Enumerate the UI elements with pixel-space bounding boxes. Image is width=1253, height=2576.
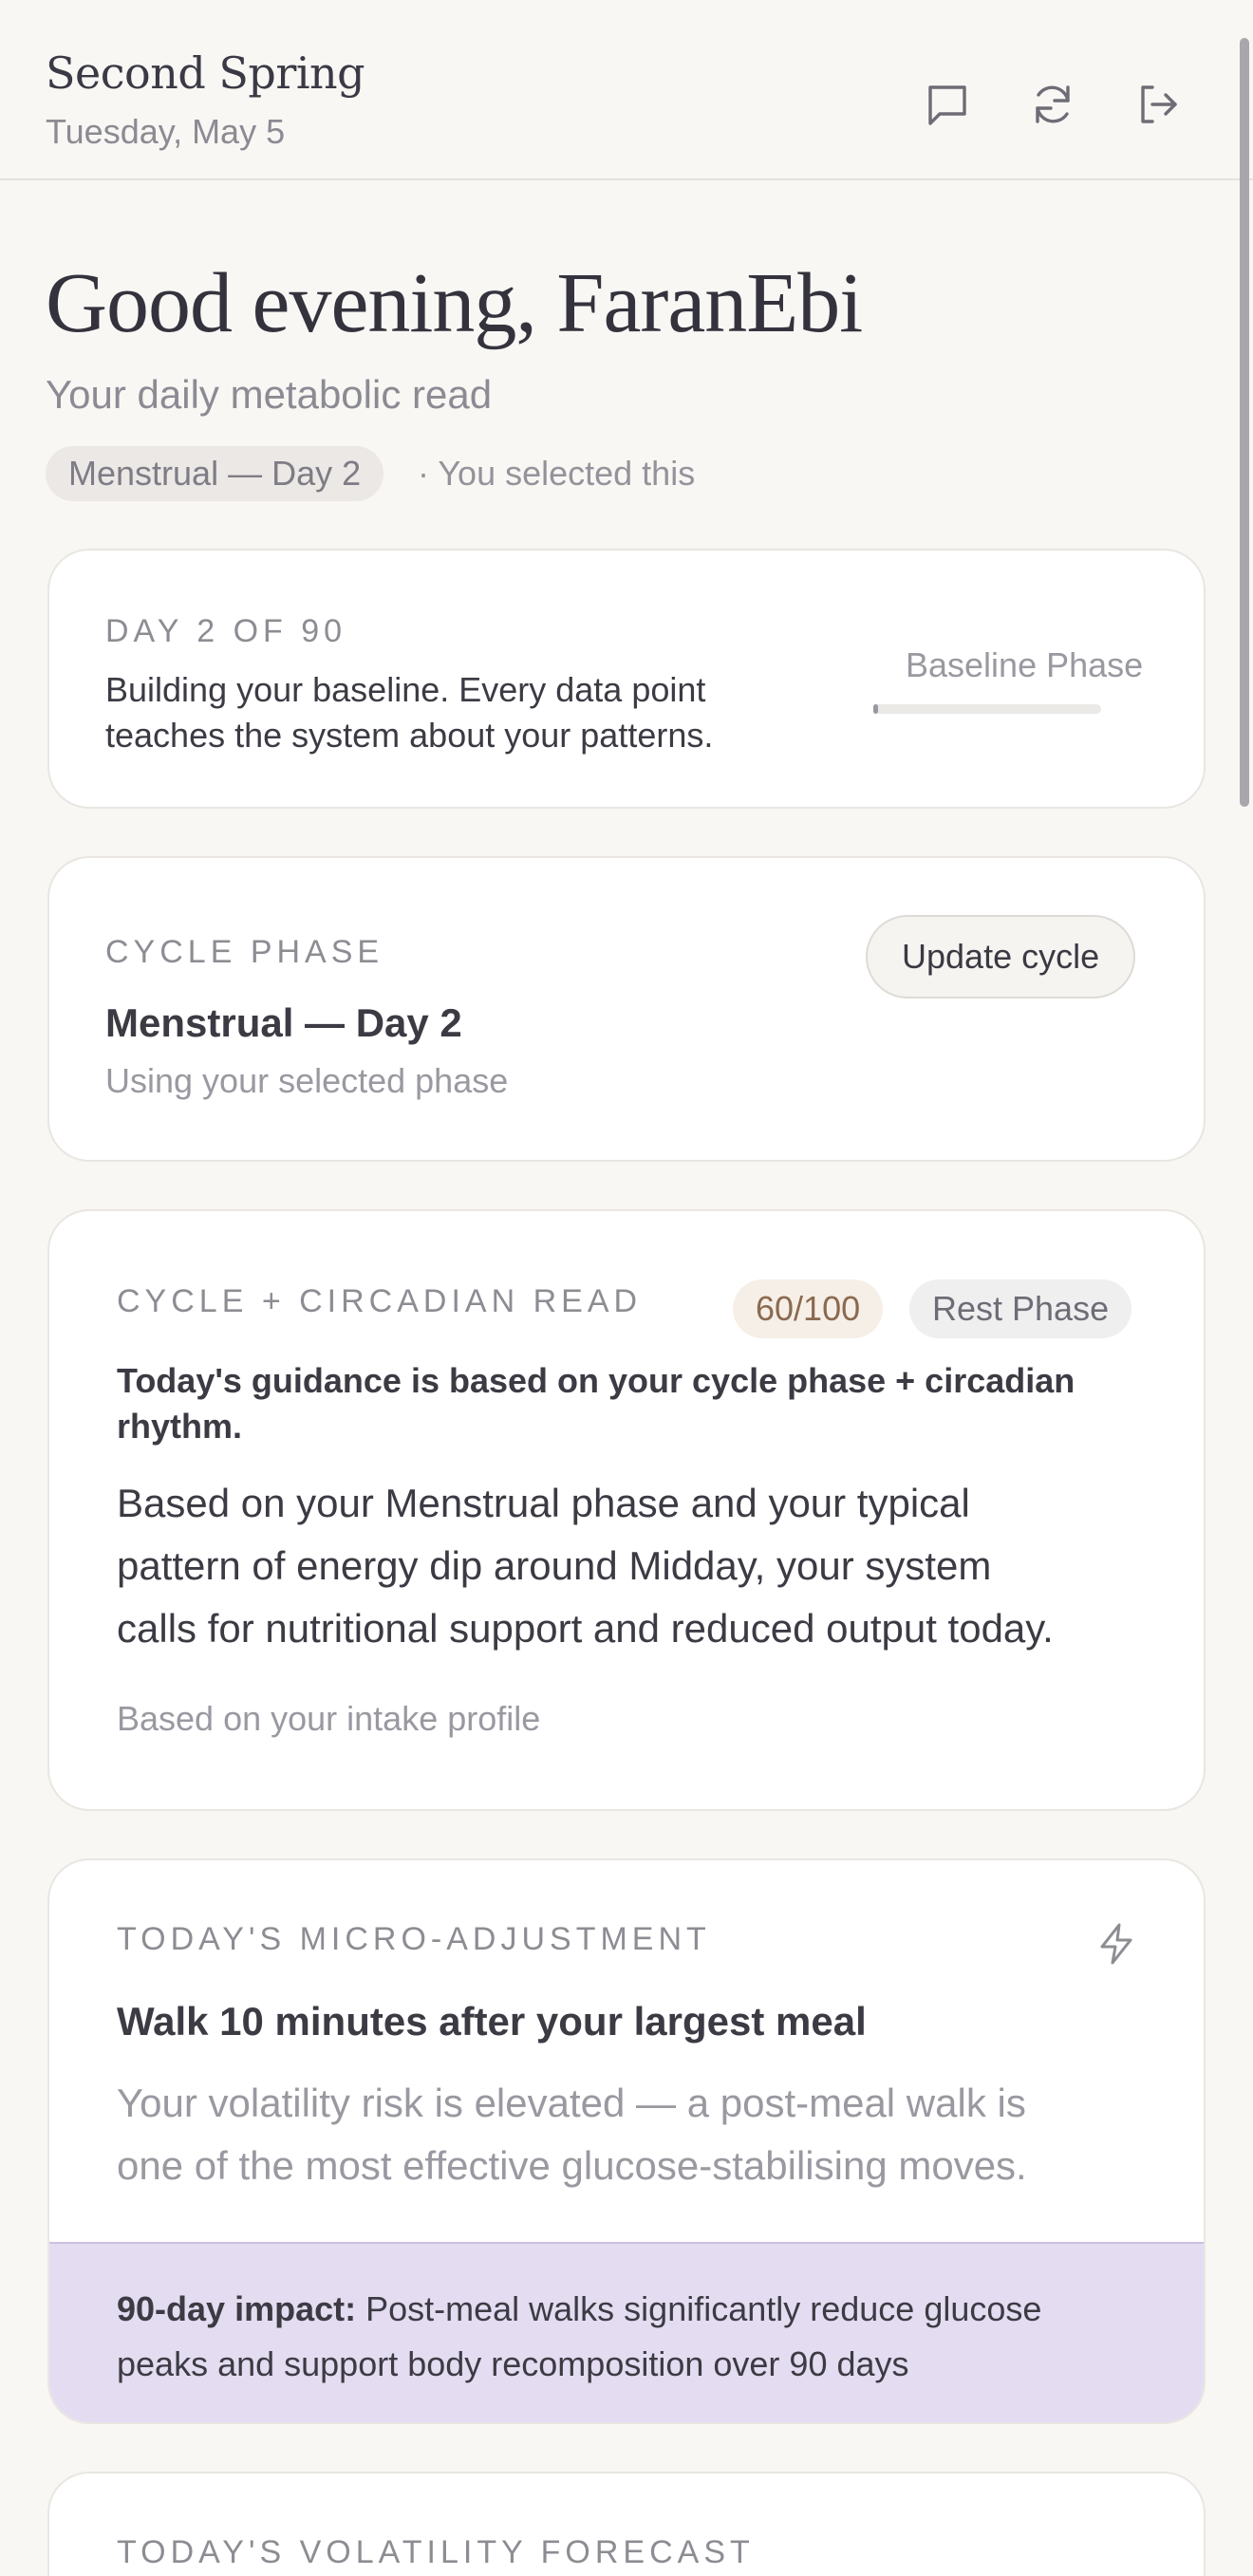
baseline-progress-fill — [873, 704, 879, 714]
baseline-phase-label: Baseline Phase — [906, 645, 1144, 684]
brand-title: Second Spring — [46, 47, 365, 99]
guidance-line2: rhythm. — [117, 1407, 243, 1446]
logout-icon[interactable] — [1133, 80, 1183, 129]
cycle-eyebrow: CYCLE PHASE — [105, 934, 384, 970]
forecast-eyebrow: TODAY'S VOLATILITY FORECAST — [117, 2534, 755, 2570]
cycle-phase-value: Menstrual — Day 2 — [105, 1000, 462, 1045]
greeting-title: Good evening, FaranEbi — [46, 256, 863, 350]
micro-eyebrow: TODAY'S MICRO-ADJUSTMENT — [117, 1921, 711, 1957]
impact-line1: 90-day impact: Post-meal walks significa… — [117, 2289, 1041, 2329]
circadian-body-line3: calls for nutritional support and reduce… — [117, 1606, 1054, 1651]
phase-note: · You selected this — [418, 454, 696, 493]
baseline-eyebrow: DAY 2 OF 90 — [105, 613, 347, 649]
app-header: Second Spring Tuesday, May 5 — [0, 0, 1253, 180]
micro-title: Walk 10 minutes after your largest meal — [117, 1999, 867, 2044]
impact-text: Post-meal walks significantly reduce glu… — [356, 2289, 1042, 2328]
lightning-icon — [1094, 1921, 1139, 1967]
impact-line2: peaks and support body recomposition ove… — [117, 2344, 909, 2383]
update-cycle-button[interactable]: Update cycle — [866, 915, 1136, 999]
chat-icon[interactable] — [923, 80, 972, 129]
baseline-progress-bar — [873, 704, 1101, 714]
guidance-line1: Today's guidance is based on your cycle … — [117, 1361, 1075, 1400]
greeting-subtitle: Your daily metabolic read — [46, 372, 493, 417]
scrollbar[interactable] — [1240, 38, 1249, 807]
refresh-icon[interactable] — [1028, 80, 1077, 129]
circadian-body-line1: Based on your Menstrual phase and your t… — [117, 1481, 970, 1525]
impact-band — [49, 2242, 1204, 2422]
baseline-text-line1: Building your baseline. Every data point — [105, 670, 706, 709]
micro-body-line2: one of the most effective glucose-stabil… — [117, 2143, 1027, 2188]
circadian-source: Based on your intake profile — [117, 1699, 541, 1738]
impact-label: 90-day impact: — [117, 2289, 357, 2328]
cycle-note: Using your selected phase — [105, 1061, 509, 1100]
rest-phase-badge: Rest Phase — [909, 1279, 1132, 1338]
micro-body-line1: Your volatility risk is elevated — a pos… — [117, 2081, 1026, 2125]
score-badge: 60/100 — [733, 1279, 884, 1338]
circadian-body-line2: pattern of energy dip around Midday, you… — [117, 1543, 992, 1588]
circadian-eyebrow: CYCLE + CIRCADIAN READ — [117, 1283, 643, 1319]
baseline-text-line2: teaches the system about your patterns. — [105, 716, 714, 755]
header-date: Tuesday, May 5 — [46, 112, 286, 151]
phase-chip: Menstrual — Day 2 — [46, 446, 384, 501]
